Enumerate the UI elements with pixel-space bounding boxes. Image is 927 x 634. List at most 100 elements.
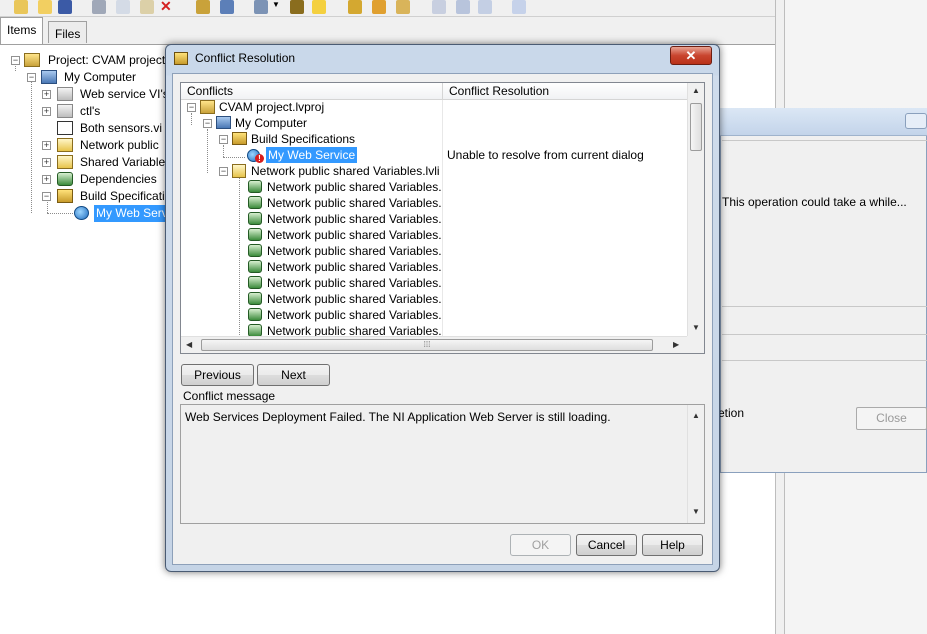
tree-item-shared-variables[interactable]: Shared Variables	[80, 154, 171, 171]
cancel-button[interactable]: Cancel	[576, 534, 637, 556]
expand-toggle[interactable]: +	[42, 90, 51, 99]
tree-item-build-specifications[interactable]: Build Specificatio	[80, 188, 171, 205]
conflict-row[interactable]: Network public shared Variables.	[267, 195, 441, 211]
folder-icon	[57, 104, 73, 118]
copy-icon[interactable]	[116, 0, 130, 14]
help-button[interactable]: Help	[642, 534, 703, 556]
folder-icon	[57, 87, 73, 101]
expand-toggle[interactable]: +	[42, 158, 51, 167]
shared-variable-icon	[248, 308, 262, 321]
tool-icon[interactable]	[220, 0, 234, 14]
scroll-right-icon[interactable]: ▶	[673, 340, 679, 349]
view-icon[interactable]	[254, 0, 268, 14]
history-icon[interactable]	[478, 0, 492, 14]
expand-toggle[interactable]: −	[219, 135, 228, 144]
conflict-row[interactable]: Network public shared Variables.	[267, 211, 441, 227]
tree-item-network-public[interactable]: Network public	[80, 137, 159, 154]
open-icon[interactable]	[14, 0, 28, 14]
chevron-down-icon[interactable]: ▼	[272, 0, 286, 14]
conflict-row[interactable]: Network public shared Variables.lvli	[251, 163, 441, 179]
scroll-up-icon[interactable]: ▲	[692, 411, 700, 420]
shared-variable-icon	[248, 180, 262, 193]
conflicts-horizontal-scrollbar[interactable]: ◀ ⁞⁞⁞ ▶	[181, 336, 687, 353]
expand-toggle[interactable]: −	[27, 73, 36, 82]
scroll-thumb[interactable]	[690, 103, 702, 151]
expand-toggle[interactable]: +	[42, 141, 51, 150]
conflict-message-text: Web Services Deployment Failed. The NI A…	[185, 410, 611, 424]
undo-icon[interactable]	[456, 0, 470, 14]
expand-toggle[interactable]: +	[42, 175, 51, 184]
library-icon	[232, 164, 246, 178]
message-scrollbar[interactable]: ▲ ▼	[687, 405, 704, 523]
conflict-row[interactable]: Network public shared Variables.	[267, 243, 441, 259]
next-button[interactable]: Next	[257, 364, 330, 386]
scroll-down-icon[interactable]: ▼	[692, 507, 700, 516]
conflict-row[interactable]: Network public shared Variables.	[267, 323, 441, 337]
scroll-left-icon[interactable]: ◀	[186, 340, 192, 349]
back-option-label: etion	[718, 406, 745, 420]
previous-button[interactable]: Previous	[181, 364, 254, 386]
tree-item-my-web-service[interactable]: My Web Servi	[94, 205, 173, 222]
tree-item-ctls[interactable]: ctl's	[80, 103, 100, 120]
scroll-thumb[interactable]: ⁞⁞⁞	[201, 339, 653, 351]
tree-item-both-sensors[interactable]: Both sensors.vi	[80, 120, 162, 137]
project-tool-icon[interactable]	[196, 0, 210, 14]
ok-button[interactable]: OK	[510, 534, 571, 556]
computer-icon	[216, 116, 231, 129]
conflict-row[interactable]: Network public shared Variables.	[267, 291, 441, 307]
conflict-row[interactable]: Network public shared Variables.	[267, 275, 441, 291]
expand-toggle[interactable]: −	[42, 192, 51, 201]
save-icon[interactable]	[58, 0, 72, 14]
back-dialog-close-icon[interactable]	[905, 113, 927, 129]
tree-item-dependencies[interactable]: Dependencies	[80, 171, 157, 188]
tab-items[interactable]: Items	[0, 17, 44, 45]
checkout-icon[interactable]	[432, 0, 446, 14]
project-icon	[24, 53, 40, 67]
conflict-row[interactable]: Network public shared Variables.	[267, 259, 441, 275]
conflict-row-my-web-service[interactable]: My Web Service	[266, 147, 358, 163]
close-button[interactable]: Close	[856, 407, 927, 430]
scroll-up-icon[interactable]: ▲	[692, 86, 700, 95]
project-toolbar: ✕ ▼	[0, 0, 780, 17]
conflict-message-box[interactable]: Web Services Deployment Failed. The NI A…	[180, 404, 705, 524]
error-icon: !	[255, 154, 264, 163]
conflict-row[interactable]: Network public shared Variables.	[267, 307, 441, 323]
conflict-row[interactable]: Network public shared Variables.	[267, 227, 441, 243]
tree-item-web-service-vis[interactable]: Web service VI's	[80, 86, 169, 103]
vi-icon	[57, 121, 73, 135]
build-specifications-icon	[57, 189, 73, 203]
conflicts-vertical-scrollbar[interactable]: ▲ ▼	[687, 83, 704, 337]
conflict-row[interactable]: My Computer	[235, 115, 307, 131]
build-specifications-icon	[232, 132, 247, 145]
expand-toggle[interactable]: +	[42, 107, 51, 116]
conflict-row[interactable]: Network public shared Variables.	[267, 179, 441, 195]
dependencies-icon	[57, 172, 73, 186]
scroll-down-icon[interactable]: ▼	[692, 323, 700, 332]
package-icon[interactable]	[372, 0, 386, 14]
paste-icon[interactable]	[140, 0, 154, 14]
tree-item-project[interactable]: Project: CVAM project	[48, 52, 165, 69]
tab-files[interactable]: Files	[48, 21, 88, 43]
web-service-icon	[74, 206, 89, 220]
deploy-icon[interactable]	[396, 0, 410, 14]
expand-toggle[interactable]: −	[11, 56, 20, 65]
wizard-icon[interactable]	[290, 0, 304, 14]
add-file-icon[interactable]	[512, 0, 526, 14]
cut-icon[interactable]	[92, 0, 106, 14]
warning-icon[interactable]	[312, 0, 326, 14]
build-icon[interactable]	[348, 0, 362, 14]
conflict-row[interactable]: CVAM project.lvproj	[219, 99, 324, 115]
expand-toggle[interactable]: −	[187, 103, 196, 112]
expand-toggle[interactable]: −	[219, 167, 228, 176]
shared-variable-icon	[248, 260, 262, 273]
tree-item-my-computer[interactable]: My Computer	[64, 69, 136, 86]
expand-toggle[interactable]: −	[203, 119, 212, 128]
dialog-close-icon[interactable]: ✕	[670, 46, 712, 65]
labview-app-icon	[174, 52, 188, 65]
column-header-resolution[interactable]: Conflict Resolution	[443, 83, 687, 100]
delete-icon[interactable]: ✕	[160, 0, 174, 14]
computer-icon	[41, 70, 57, 84]
open-folder-icon[interactable]	[38, 0, 52, 14]
column-header-conflicts[interactable]: Conflicts	[181, 83, 443, 100]
conflict-row[interactable]: Build Specifications	[251, 131, 355, 147]
